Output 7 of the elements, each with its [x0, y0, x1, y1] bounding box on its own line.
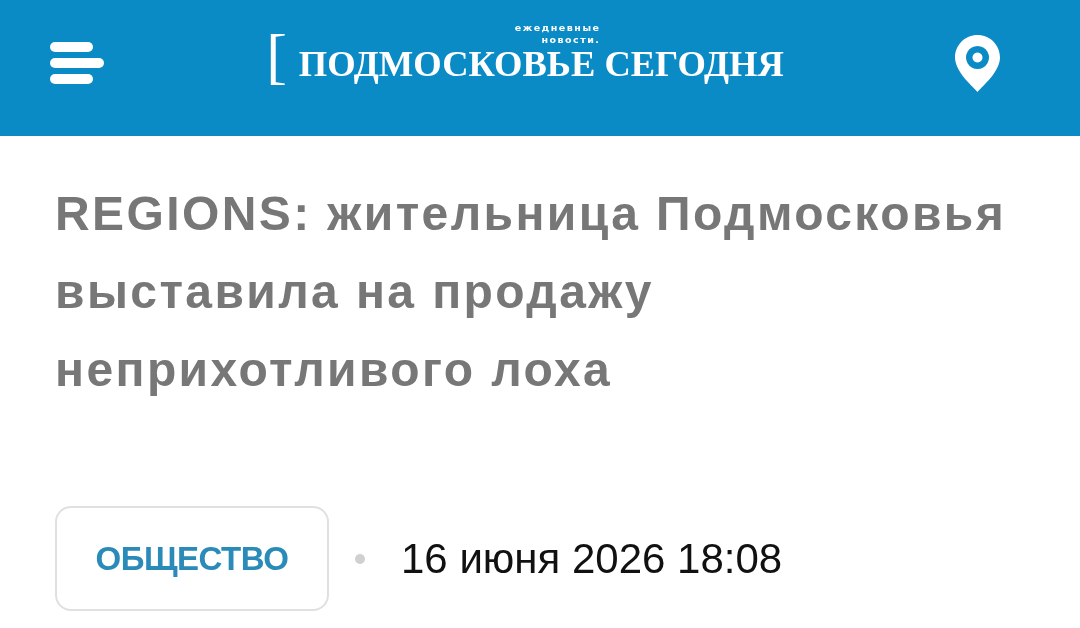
menu-icon[interactable]: [50, 42, 105, 84]
category-tag[interactable]: ОБЩЕСТВО: [55, 506, 329, 611]
separator-dot-icon: [355, 553, 365, 564]
logo-bracket: [: [266, 25, 287, 87]
publish-date: 16 июня 2026 18:08: [401, 534, 783, 583]
location-pin-icon[interactable]: [955, 34, 1000, 92]
article-title: REGIONS: жительница Подмосковья выставила на продажу неприхотливого лоха: [55, 186, 1008, 398]
